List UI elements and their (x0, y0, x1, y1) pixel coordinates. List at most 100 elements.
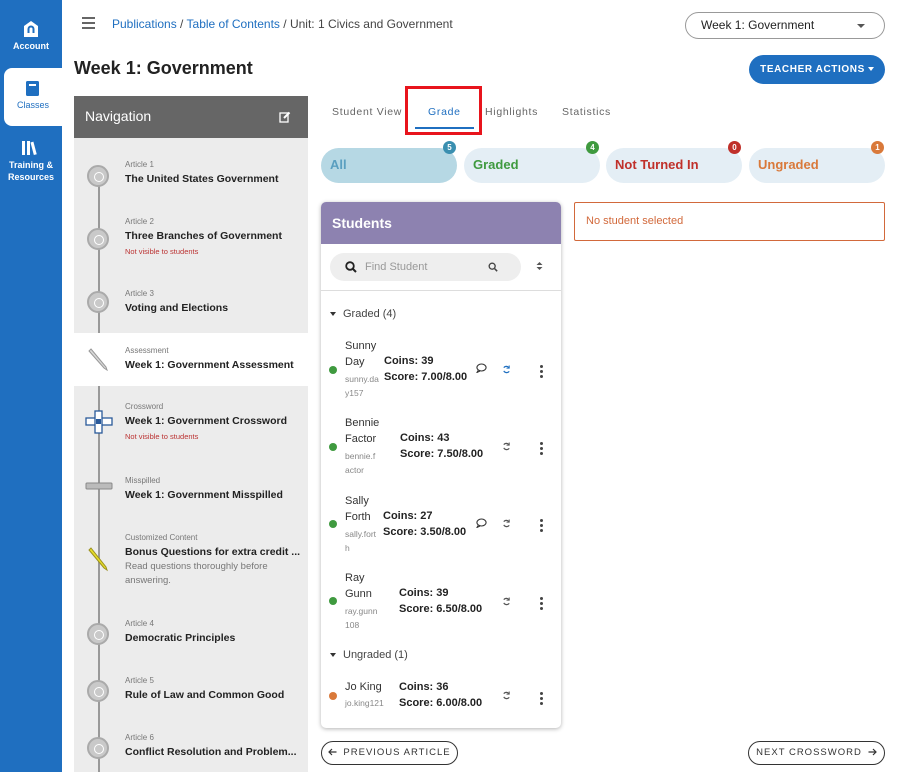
student-row[interactable]: Jo King jo.king121 Coins: 36 Score: 6.00… (321, 679, 561, 719)
more-options-icon[interactable] (540, 519, 544, 534)
nav-item-customized[interactable]: Customized Content Bonus Questions for e… (74, 526, 308, 596)
refresh-icon[interactable] (502, 365, 511, 374)
week-dropdown[interactable]: Week 1: Government (685, 12, 885, 39)
more-options-icon[interactable] (540, 692, 544, 707)
nav-item-type: Assessment (125, 346, 169, 355)
nav-item-type: Misspilled (125, 476, 161, 485)
refresh-icon[interactable] (502, 519, 511, 528)
filter-ungraded[interactable]: Ungraded 1 (749, 141, 885, 183)
menu-icon[interactable] (82, 17, 95, 29)
sort-icon[interactable] (536, 261, 543, 271)
tab-student-view[interactable]: Student View (332, 106, 402, 118)
article-icon (87, 291, 109, 313)
article-icon (87, 737, 109, 759)
filter-all[interactable]: All 5 (321, 141, 457, 183)
status-dot (329, 520, 337, 528)
student-name: Sally Forth (345, 495, 371, 523)
rail-item-label: Training & Resources (7, 160, 55, 182)
student-coins: Coins: 27 (383, 510, 433, 522)
rail-item-account[interactable]: Account (0, 20, 62, 51)
students-panel: Students Find Student Graded (4) Sunny D… (321, 202, 561, 728)
nav-item-title: Week 1: Government Assessment (125, 359, 294, 371)
nav-item-article-4[interactable]: Article 4 Democratic Principles (74, 611, 308, 661)
breadcrumb: Publications / Table of Contents / Unit:… (112, 17, 453, 31)
nav-item-title: Week 1: Government Crossword (125, 415, 288, 427)
search-input[interactable]: Find Student (330, 253, 521, 281)
nav-item-title: The United States Government (125, 173, 279, 185)
previous-article-button[interactable]: PREVIOUS ARTICLE (321, 741, 458, 765)
comment-icon[interactable] (476, 518, 487, 528)
student-score: Score: 6.00/8.00 (399, 697, 483, 709)
nav-item-article-2[interactable]: Article 2 Three Branches of Government N… (74, 209, 308, 269)
status-dot (329, 692, 337, 700)
group-ungraded[interactable]: Ungraded (1) (330, 649, 408, 661)
edit-icon[interactable] (279, 111, 291, 123)
visibility-note: Not visible to students (125, 432, 199, 441)
student-row[interactable]: Sally Forth sally.forth Coins: 27 Score:… (321, 493, 561, 559)
student-name: Jo King (345, 681, 382, 693)
rail-item-classes[interactable]: Classes (4, 68, 62, 126)
highlight-box (405, 86, 482, 135)
caret-down-icon (330, 653, 336, 658)
article-icon (87, 623, 109, 645)
next-crossword-button[interactable]: NEXT CROSSWORD (748, 741, 885, 765)
comment-icon[interactable] (476, 363, 487, 373)
filter-label: Graded (473, 157, 519, 172)
article-icon (87, 680, 109, 702)
tab-highlights[interactable]: Highlights (485, 106, 538, 118)
student-row[interactable]: Sunny Day sunny.day157 Coins: 39 Score: … (321, 338, 561, 404)
nav-item-article-1[interactable]: Article 1 The United States Government (74, 152, 308, 202)
student-row[interactable]: Ray Gunn ray.gunn108 Coins: 39 Score: 6.… (321, 570, 561, 636)
nav-item-assessment[interactable]: Assessment Week 1: Government Assessment (74, 333, 308, 386)
refresh-icon[interactable] (502, 597, 511, 606)
filter-not-turned-in[interactable]: Not Turned In 0 (606, 141, 742, 183)
more-options-icon[interactable] (540, 442, 544, 457)
nav-item-article-6[interactable]: Article 6 Conflict Resolution and Proble… (74, 725, 308, 772)
count-badge: 1 (871, 141, 884, 154)
chevron-down-icon (857, 24, 865, 28)
filter-graded[interactable]: Graded 4 (464, 141, 600, 183)
student-score: Score: 6.50/8.00 (399, 603, 483, 615)
arrow-right-icon (868, 749, 877, 756)
nav-item-title: Conflict Resolution and Problem... (125, 746, 297, 758)
student-username: bennie.factor (345, 451, 376, 475)
breadcrumb-publications[interactable]: Publications (112, 17, 177, 31)
student-username: sally.forth (345, 529, 377, 553)
rail-item-label: Account (13, 41, 49, 51)
student-coins: Coins: 43 (400, 432, 450, 444)
breadcrumb-toc[interactable]: Table of Contents (187, 17, 280, 31)
search-submit-icon[interactable] (488, 262, 498, 272)
previous-article-label: PREVIOUS ARTICLE (343, 747, 451, 758)
nav-item-type: Article 6 (125, 733, 154, 742)
article-icon (87, 165, 109, 187)
status-dot (329, 366, 337, 374)
visibility-note: Not visible to students (125, 247, 199, 256)
teacher-actions-button[interactable]: TEACHER ACTIONS (749, 55, 885, 84)
nav-item-title: Bonus Questions for extra credit ... (125, 546, 301, 558)
yellow-pencil-icon (88, 547, 108, 572)
student-score: Score: 7.50/8.00 (400, 448, 484, 460)
refresh-icon[interactable] (502, 691, 511, 700)
rail-item-training[interactable]: Training & Resources (0, 140, 62, 183)
nav-item-crossword[interactable]: Crossword Week 1: Government Crossword N… (74, 395, 308, 455)
tab-statistics[interactable]: Statistics (562, 106, 611, 118)
nav-item-type: Crossword (125, 402, 164, 411)
nav-item-misspilled[interactable]: Misspilled Week 1: Government Misspilled (74, 468, 308, 518)
count-badge: 0 (728, 141, 741, 154)
navigation-title: Navigation (85, 108, 152, 124)
more-options-icon[interactable] (540, 597, 544, 612)
nav-item-article-3[interactable]: Article 3 Voting and Elections (74, 281, 308, 331)
group-graded[interactable]: Graded (4) (330, 308, 396, 320)
more-options-icon[interactable] (540, 365, 544, 380)
navigation-header: Navigation (74, 96, 308, 138)
nav-item-type: Article 5 (125, 676, 154, 685)
student-coins: Coins: 39 (384, 355, 434, 367)
nav-item-title: Week 1: Government Misspilled (125, 489, 283, 501)
nav-item-article-5[interactable]: Article 5 Rule of Law and Common Good (74, 668, 308, 718)
teacher-actions-label: TEACHER ACTIONS (760, 64, 865, 75)
refresh-icon[interactable] (502, 442, 511, 451)
student-row[interactable]: Bennie Factor bennie.factor Coins: 43 Sc… (321, 415, 561, 481)
breadcrumb-separator: / (176, 17, 187, 31)
nav-item-type: Article 2 (125, 217, 154, 226)
caret-down-icon (330, 312, 336, 317)
